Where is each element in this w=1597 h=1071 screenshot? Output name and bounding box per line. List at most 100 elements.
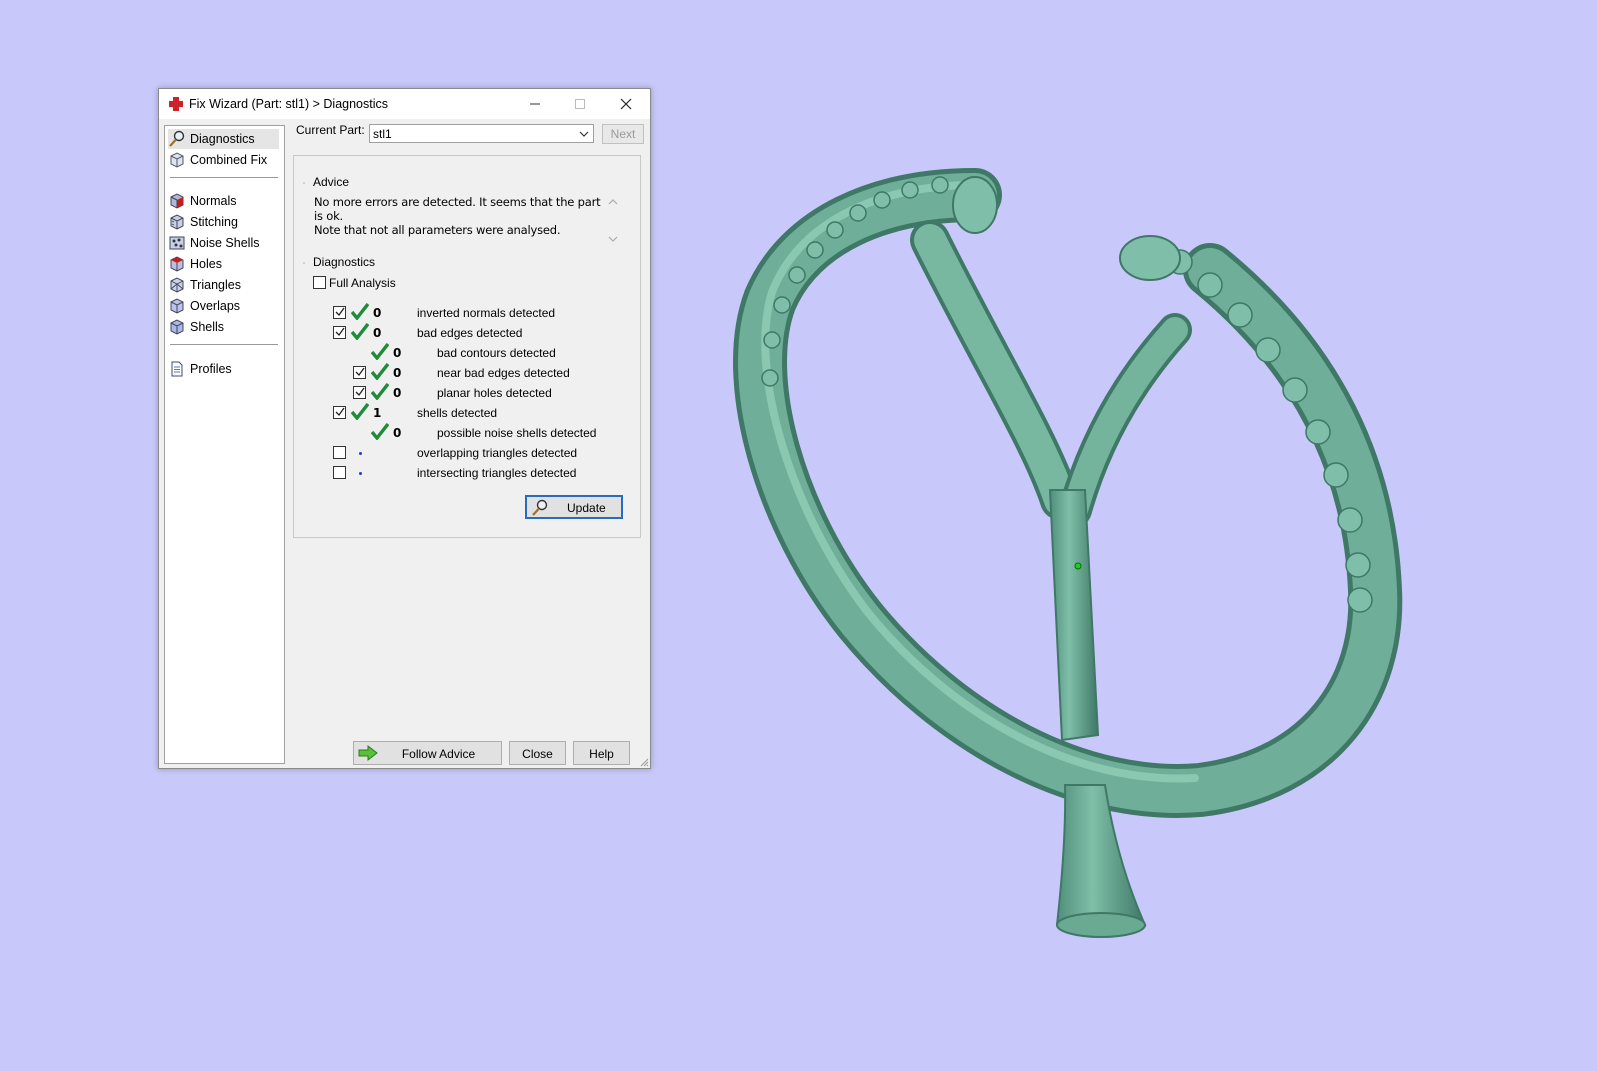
ok-check-icon — [351, 403, 369, 420]
not-analysed-dot-icon — [359, 472, 362, 475]
overlapping-triangles-checkbox[interactable] — [333, 446, 346, 459]
diagnostic-label: near bad edges detected — [437, 366, 570, 380]
near-bad-edges-checkbox[interactable] — [353, 366, 366, 379]
advice-line-2: Note that not all parameters were analys… — [314, 223, 561, 237]
advice-scrollbar[interactable] — [606, 195, 620, 247]
diagnostic-label: intersecting triangles detected — [417, 466, 577, 480]
checkmark-icon — [335, 307, 345, 317]
full-analysis-label: Full Analysis — [329, 276, 396, 290]
sidebar-item-shells[interactable]: Shells — [168, 317, 279, 337]
ok-check-icon — [371, 363, 389, 380]
sidebar-item-diagnostics[interactable]: Diagnostics — [168, 129, 279, 149]
ok-check-icon — [351, 323, 369, 340]
wizard-sidebar: Diagnostics Combined Fix Normals Stitchi… — [164, 125, 285, 764]
help-label: Help — [589, 747, 614, 761]
ok-check-icon — [371, 343, 389, 360]
scroll-up-icon — [608, 199, 618, 205]
ok-check-icon — [351, 303, 369, 320]
count-value: 0 — [373, 326, 382, 340]
current-part-select[interactable]: stl1 — [369, 124, 594, 143]
title-bar[interactable]: Fix Wizard (Part: stl1) > Diagnostics — [159, 89, 650, 119]
shells-checkbox[interactable] — [333, 406, 346, 419]
diagnostics-group: Diagnostics — [303, 255, 378, 269]
pivot-marker — [1074, 562, 1082, 570]
chevron-down-icon — [579, 131, 589, 137]
sidebar-item-label: Holes — [190, 257, 222, 271]
triangles-cube-icon — [170, 277, 184, 293]
planar-holes-checkbox[interactable] — [353, 386, 366, 399]
close-label: Close — [522, 747, 553, 761]
intersecting-triangles-checkbox[interactable] — [333, 466, 346, 479]
follow-advice-button[interactable]: Follow Advice — [353, 741, 502, 765]
update-label: Update — [567, 501, 606, 515]
maximize-button[interactable] — [557, 89, 603, 119]
advice-group: Advice — [303, 175, 352, 189]
magnifier-icon — [532, 499, 548, 516]
full-analysis-checkbox[interactable] — [313, 276, 326, 289]
holes-cube-icon — [170, 256, 184, 272]
ok-check-icon — [371, 383, 389, 400]
close-button[interactable]: Close — [509, 741, 566, 765]
count-value: 1 — [373, 406, 382, 420]
red-cross-icon — [169, 97, 183, 111]
sidebar-item-combined-fix[interactable]: Combined Fix — [168, 150, 279, 170]
sidebar-item-label: Noise Shells — [190, 236, 260, 250]
cube-icon — [170, 152, 184, 168]
minimize-icon — [530, 103, 540, 105]
sidebar-item-overlaps[interactable]: Overlaps — [168, 296, 279, 316]
count-value: 0 — [393, 366, 402, 380]
diagnostics-title: Diagnostics — [311, 255, 378, 269]
not-analysed-dot-icon — [359, 452, 362, 455]
sidebar-item-triangles[interactable]: Triangles — [168, 275, 279, 295]
sidebar-item-label: Overlaps — [190, 299, 241, 313]
resize-grip-icon[interactable] — [639, 757, 649, 767]
next-button[interactable]: Next — [602, 124, 644, 144]
noise-shells-icon — [169, 236, 185, 250]
advice-text: No more errors are detected. It seems th… — [314, 195, 606, 237]
count-value: 0 — [393, 386, 402, 400]
bad-edges-checkbox[interactable] — [333, 326, 346, 339]
window-title: Fix Wizard (Part: stl1) > Diagnostics — [189, 97, 389, 111]
checkmark-icon — [355, 387, 365, 397]
current-part-label: Current Part: — [296, 123, 365, 137]
scroll-down-icon — [608, 236, 618, 242]
shells-cube-icon — [170, 319, 184, 335]
update-button[interactable]: Update — [525, 495, 623, 519]
checkmark-icon — [335, 327, 345, 337]
sidebar-item-noise-shells[interactable]: Noise Shells — [168, 233, 279, 253]
sidebar-item-stitching[interactable]: Stitching — [168, 212, 279, 232]
stitching-cube-icon — [170, 214, 184, 230]
close-window-button[interactable] — [603, 89, 649, 119]
current-part-value: stl1 — [373, 127, 392, 141]
count-value: 0 — [373, 306, 382, 320]
sidebar-item-label: Diagnostics — [190, 132, 255, 146]
sidebar-item-label: Profiles — [190, 362, 232, 376]
sidebar-divider — [170, 177, 278, 178]
sidebar-item-label: Shells — [190, 320, 225, 334]
diagnostic-label: bad edges detected — [417, 326, 523, 340]
sidebar-item-label: Triangles — [190, 278, 241, 292]
inverted-normals-checkbox[interactable] — [333, 306, 346, 319]
checkmark-icon — [355, 367, 365, 377]
help-button[interactable]: Help — [573, 741, 630, 765]
diagnostic-label: shells detected — [417, 406, 498, 420]
diagnostic-label: inverted normals detected — [417, 306, 556, 320]
diagnostic-label: planar holes detected — [437, 386, 552, 400]
close-icon — [620, 98, 632, 110]
advice-line-1: No more errors are detected. It seems th… — [314, 195, 601, 223]
count-value: 0 — [393, 346, 402, 360]
follow-advice-label: Follow Advice — [401, 747, 476, 761]
checkmark-icon — [335, 407, 345, 417]
model-3d[interactable] — [733, 168, 1403, 938]
minimize-button[interactable] — [512, 89, 558, 119]
maximize-icon — [575, 99, 585, 109]
sidebar-item-normals[interactable]: Normals — [168, 191, 279, 211]
sidebar-item-holes[interactable]: Holes — [168, 254, 279, 274]
ok-check-icon — [371, 423, 389, 440]
normals-cube-icon — [170, 193, 184, 209]
overlaps-cube-icon — [170, 298, 184, 314]
sidebar-item-label: Stitching — [190, 215, 238, 229]
sidebar-item-profiles[interactable]: Profiles — [168, 359, 279, 379]
count-value: 0 — [393, 426, 402, 440]
magnifier-icon — [169, 130, 185, 147]
